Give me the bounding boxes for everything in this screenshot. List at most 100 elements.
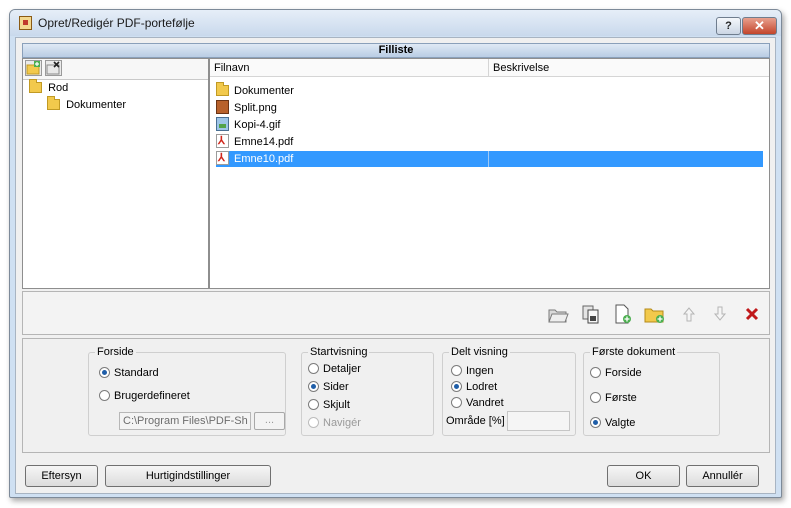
radio-foerste-foerste[interactable]: Første — [590, 391, 637, 405]
radio-label: Vandret — [466, 397, 504, 409]
radio-delt-vandret[interactable]: Vandret — [451, 396, 504, 410]
folder-icon — [47, 96, 60, 110]
new-folder-icon — [26, 61, 40, 75]
radio-delt-ingen[interactable]: Ingen — [451, 364, 494, 378]
delt-visning-group-title: Delt visning — [449, 346, 510, 358]
remove-button[interactable] — [741, 304, 763, 326]
delete-folder-icon — [46, 61, 60, 75]
file-actions-toolbar — [22, 291, 770, 335]
foerste-dokument-group: Første dokument Forside Første Valgte — [583, 346, 720, 436]
radio-foerste-forside[interactable]: Forside — [590, 366, 642, 380]
open-folder-icon — [548, 309, 569, 323]
folder-tree[interactable]: Rod Dokumenter — [22, 58, 209, 289]
window-title: Opret/Redigér PDF-portefølje — [38, 16, 195, 30]
file-list[interactable]: Filnavn Beskrivelse Dokumenter Split.png… — [209, 58, 770, 289]
radio-label: Detaljer — [323, 363, 361, 375]
radio-selected-icon — [590, 417, 601, 428]
radio-foerste-valgte[interactable]: Valgte — [590, 416, 635, 430]
custom-cover-path-input[interactable]: C:\Program Files\PDF-Sh — [119, 412, 251, 430]
column-header-filename[interactable]: Filnavn — [210, 59, 488, 77]
new-folder-button[interactable] — [25, 60, 42, 76]
portfolio-icon — [19, 16, 32, 30]
foerste-dokument-group-title: Første dokument — [590, 346, 678, 358]
quick-settings-button[interactable]: Hurtigindstillinger — [105, 465, 271, 487]
column-header-description[interactable]: Beskrivelse — [489, 59, 769, 77]
radio-startvisning-sider[interactable]: Sider — [308, 380, 349, 394]
file-name: Emne14.pdf — [234, 136, 294, 148]
cancel-button[interactable]: Annullér — [686, 465, 759, 487]
copy-files-icon — [582, 305, 599, 324]
tree-item-dokumenter[interactable]: Dokumenter — [47, 96, 126, 113]
delete-folder-button[interactable] — [45, 60, 62, 76]
move-up-button[interactable] — [678, 304, 700, 326]
radio-startvisning-naviger: Navigér — [308, 416, 361, 430]
area-percent-label: Område [%] — [446, 415, 505, 427]
startvisning-group-title: Startvisning — [308, 346, 370, 358]
radio-label: Første — [605, 392, 637, 404]
radio-icon — [451, 397, 462, 408]
radio-forside-standard[interactable]: Standard — [99, 366, 159, 380]
radio-icon — [308, 399, 319, 410]
forside-group: Forside Standard Brugerdefineret C:\Prog… — [88, 346, 286, 436]
add-folder-button[interactable] — [547, 304, 569, 326]
pdf-file-icon — [216, 150, 229, 166]
radio-startvisning-detaljer[interactable]: Detaljer — [308, 362, 361, 376]
radio-icon — [308, 417, 319, 428]
radio-label: Lodret — [466, 381, 498, 393]
folder-icon — [29, 79, 42, 93]
radio-label: Standard — [114, 367, 159, 379]
radio-label: Sider — [323, 381, 349, 393]
radio-forside-brugerdefineret[interactable]: Brugerdefineret — [99, 389, 190, 403]
pdf-file-icon — [216, 133, 229, 149]
file-name: Emne10.pdf — [234, 153, 294, 165]
radio-label: Valgte — [605, 417, 636, 429]
radio-label: Ingen — [466, 365, 494, 377]
delt-visning-group: Delt visning Ingen Lodret Vandret Område… — [442, 346, 576, 436]
file-list-header: Filliste — [22, 43, 770, 58]
file-row[interactable]: Emne14.pdf — [216, 133, 763, 150]
file-row-selected[interactable]: Emne10.pdf — [216, 150, 763, 167]
folder-icon — [216, 82, 229, 96]
radio-delt-lodret[interactable]: Lodret — [451, 380, 497, 394]
file-row[interactable]: Dokumenter — [216, 82, 763, 99]
tree-toolbar — [23, 59, 208, 80]
arrow-down-icon — [713, 306, 727, 321]
radio-icon — [99, 390, 110, 401]
browse-button[interactable]: ... — [254, 412, 285, 430]
dialog-window: Opret/Redigér PDF-portefølje ? ✕ Fillist… — [9, 9, 782, 498]
file-row[interactable]: Kopi-4.gif — [216, 117, 763, 133]
help-button[interactable]: ? — [716, 17, 741, 35]
add-new-folder-button[interactable] — [644, 304, 666, 326]
file-name: Split.png — [234, 102, 277, 114]
forside-group-title: Forside — [95, 346, 136, 358]
radio-selected-icon — [99, 367, 110, 378]
radio-label: Navigér — [323, 417, 361, 429]
add-file-button[interactable] — [612, 304, 634, 326]
delete-icon — [745, 307, 759, 321]
title-bar[interactable]: Opret/Redigér PDF-portefølje ? ✕ — [10, 10, 781, 36]
file-name: Kopi-4.gif — [234, 119, 281, 131]
radio-icon — [590, 392, 601, 403]
dialog-client: Filliste Rod Dokumenter Filnavn Beskrive… — [15, 37, 776, 494]
tree-item-label: Rod — [48, 82, 69, 94]
ok-button[interactable]: OK — [607, 465, 680, 487]
radio-label: Forside — [605, 367, 642, 379]
close-button[interactable]: ✕ — [742, 17, 777, 35]
radio-icon — [308, 363, 319, 374]
radio-icon — [451, 365, 462, 376]
add-files-button[interactable] — [580, 304, 602, 326]
radio-selected-icon — [308, 381, 319, 392]
preview-button[interactable]: Eftersyn — [25, 465, 98, 487]
new-file-icon — [615, 304, 631, 324]
file-name: Dokumenter — [234, 85, 294, 97]
move-down-button[interactable] — [709, 304, 731, 326]
image-file-icon — [216, 100, 229, 114]
tree-item-root[interactable]: Rod — [29, 79, 69, 96]
file-row[interactable]: Split.png — [216, 100, 763, 116]
options-area: Forside Standard Brugerdefineret C:\Prog… — [22, 338, 770, 453]
startvisning-group: Startvisning Detaljer Sider Skjult Navig… — [301, 346, 434, 436]
area-percent-input[interactable] — [507, 411, 570, 431]
radio-icon — [590, 367, 601, 378]
radio-startvisning-skjult[interactable]: Skjult — [308, 398, 350, 412]
row-column-divider — [488, 151, 489, 167]
